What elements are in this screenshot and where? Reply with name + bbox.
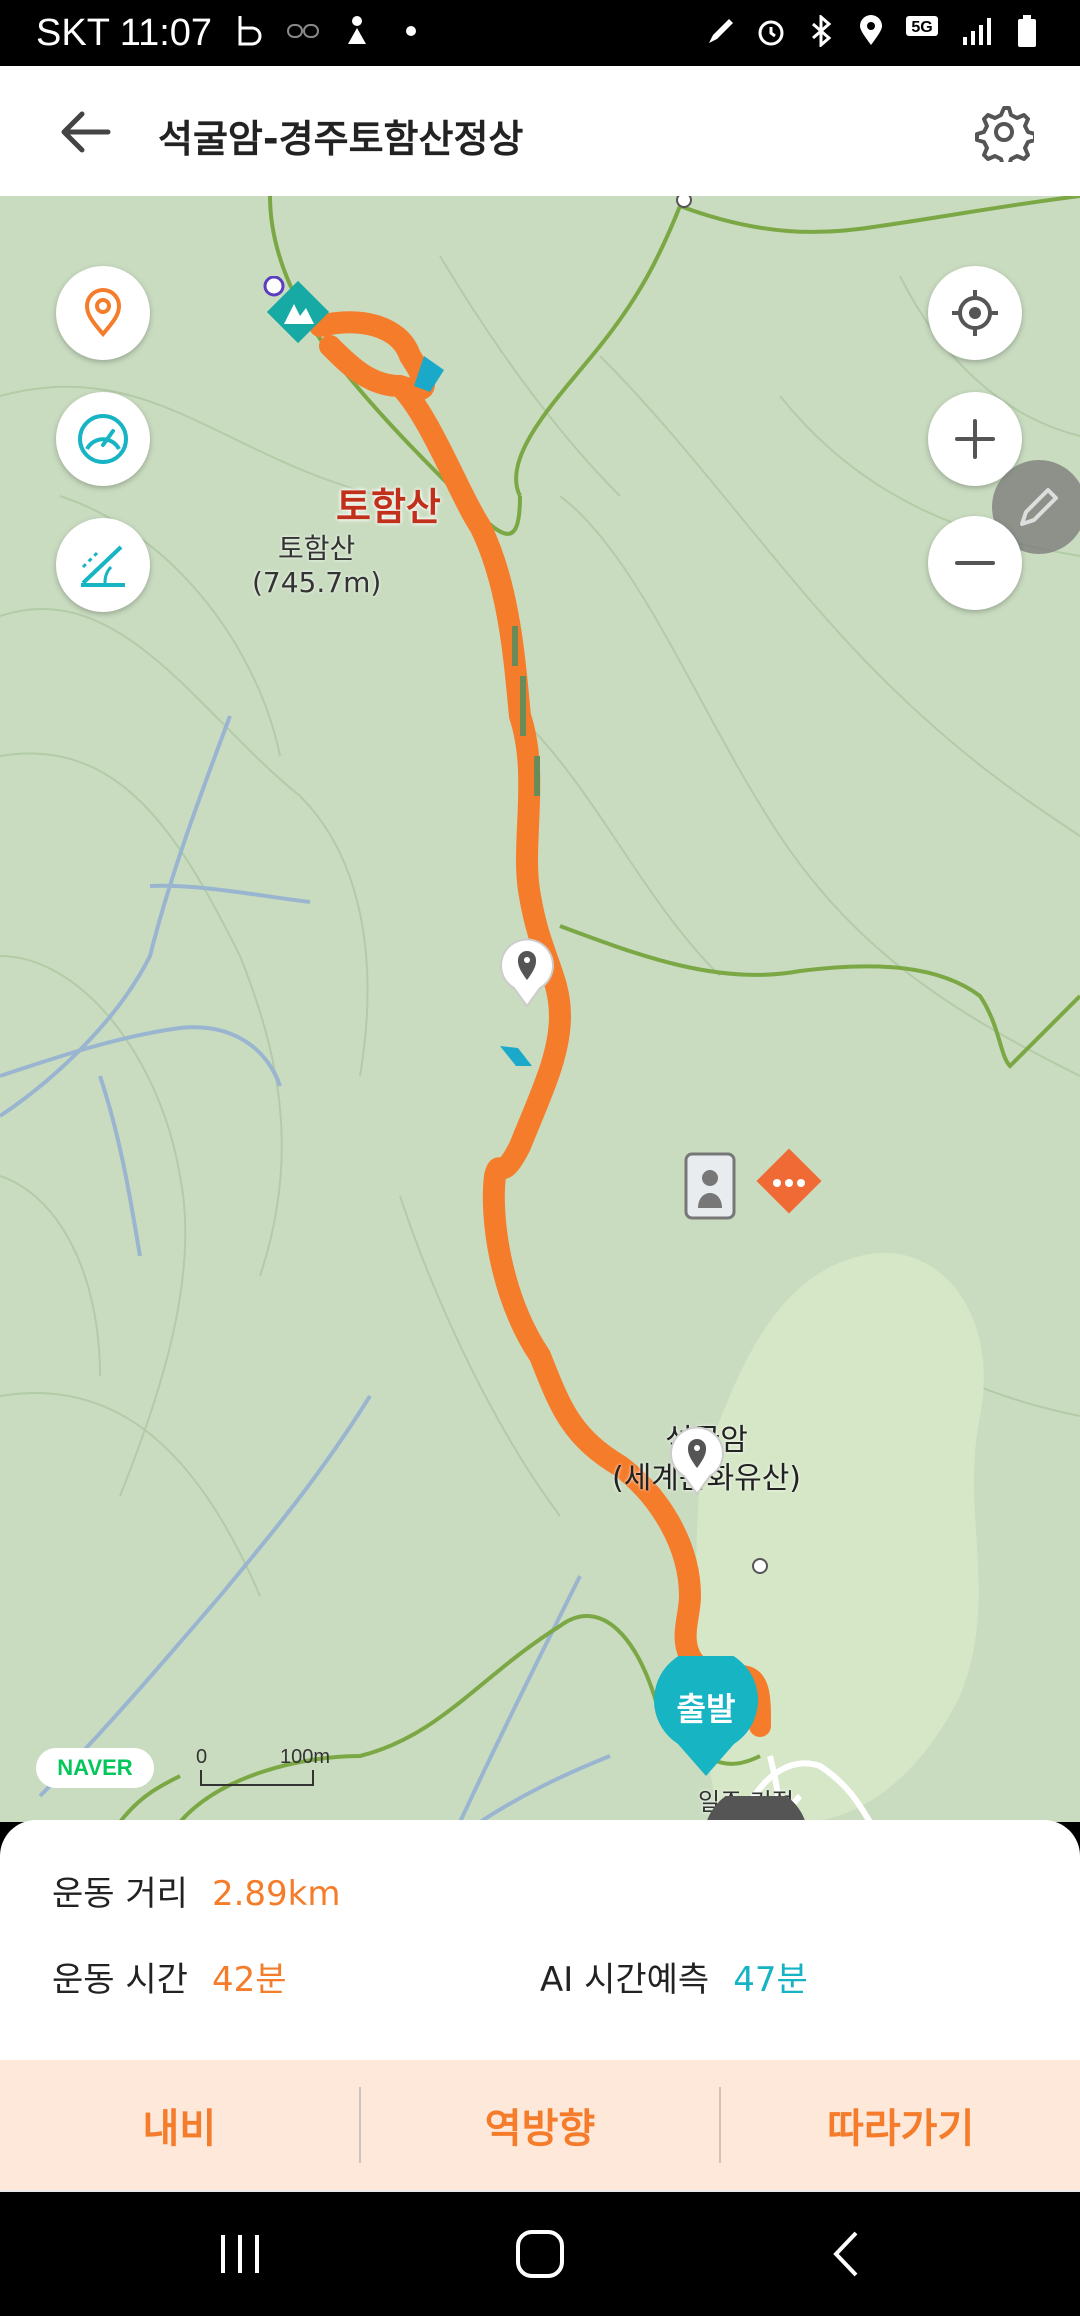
peak-marker-icon — [263, 276, 330, 344]
action-bar: 내비 역방향 따라가기 — [0, 2060, 1080, 2190]
home-icon — [516, 2230, 564, 2278]
start-pin-label: 출발 — [676, 1690, 736, 1728]
scale-zero: 0 — [196, 1746, 208, 1768]
navigation-button[interactable]: 내비 — [0, 2060, 359, 2190]
figure-icon — [340, 14, 374, 48]
back-button[interactable] — [56, 104, 116, 160]
peak-name: 토함산 — [336, 485, 441, 529]
signal-icon — [960, 14, 994, 48]
info-panel: 운동 거리 2.89km 운동 시간 42분 AI 시간예측 47분 — [0, 1820, 1080, 2060]
speedometer-icon — [78, 414, 128, 464]
ai-time-label: AI 시간예측 — [540, 1960, 710, 2000]
map-canvas — [0, 196, 1080, 1822]
home-button[interactable] — [510, 2228, 570, 2280]
peak-sub-name: 토함산 — [278, 532, 356, 565]
page-title: 석굴암-경주토함산정상 — [158, 117, 524, 161]
time-row: 운동 시간 42분 — [52, 1952, 286, 2001]
naver-logo: NAVER — [36, 1748, 154, 1788]
recent-apps-button[interactable] — [210, 2228, 270, 2280]
location-pin-icon — [84, 288, 122, 338]
zoom-out-button[interactable] — [928, 516, 1022, 610]
end-pin-icon — [706, 1796, 806, 1822]
map-view[interactable]: 토함산 토함산 (745.7m) 석굴암 (세계문화유산) 출발 일주 기점 — [0, 196, 1080, 1822]
temple-marker-icon — [684, 1148, 822, 1220]
reverse-direction-button[interactable]: 역방향 — [361, 2060, 720, 2190]
scale-label: 100m — [280, 1746, 331, 1768]
battery-icon — [1010, 14, 1044, 48]
minus-icon — [955, 561, 995, 565]
status-time: SKT 11:07 — [36, 12, 213, 54]
5g-icon: 5G — [904, 14, 944, 48]
ai-time-row: AI 시간예측 47분 — [540, 1952, 808, 2001]
status-bar: SKT 11:07 5G — [0, 0, 1080, 66]
distance-label: 운동 거리 — [52, 1874, 188, 1914]
peak-sub-label: 토함산 (745.7m) — [252, 532, 381, 600]
ai-time-value: 47분 — [733, 1960, 808, 2000]
distance-value: 2.89km — [211, 1874, 341, 1914]
chain-icon — [286, 14, 320, 48]
speedometer-button[interactable] — [56, 392, 150, 486]
elevation-button[interactable] — [56, 518, 150, 612]
b-app-icon — [232, 14, 266, 48]
svg-text:5G: 5G — [911, 19, 932, 36]
pen-icon — [704, 14, 738, 48]
alarm-icon — [754, 14, 788, 48]
settings-button[interactable] — [974, 102, 1037, 168]
map-scale: 0 100m — [196, 1746, 346, 1792]
direction-chevron-icon — [500, 1046, 532, 1066]
arrow-left-icon — [61, 111, 111, 153]
waypoint-pin-icon[interactable] — [498, 936, 556, 1008]
start-pin[interactable]: 출발 — [654, 1656, 758, 1778]
location-icon — [854, 14, 888, 48]
system-nav-bar — [0, 2192, 1080, 2316]
peak-elevation: (745.7m) — [252, 566, 382, 599]
scale-bar — [200, 1770, 314, 1786]
end-pin[interactable]: 도착 — [704, 1796, 808, 1822]
elevation-icon — [81, 545, 125, 587]
recent-apps-icon — [221, 2235, 259, 2273]
app-header: 석굴암-경주토함산정상 — [0, 66, 1080, 197]
plus-icon — [955, 419, 995, 459]
follow-button[interactable]: 따라가기 — [721, 2060, 1080, 2190]
system-back-button[interactable] — [816, 2228, 876, 2280]
location-pin-button[interactable] — [56, 266, 150, 360]
time-label: 운동 시간 — [52, 1960, 188, 2000]
dot-icon — [394, 14, 428, 48]
crosshair-icon — [952, 290, 998, 336]
bluetooth-icon — [804, 14, 838, 48]
time-value: 42분 — [211, 1960, 287, 2000]
current-location-button[interactable] — [928, 266, 1022, 360]
gear-icon — [975, 106, 1037, 168]
pencil-icon — [1020, 488, 1058, 526]
waypoint-pin-icon[interactable] — [668, 1424, 726, 1496]
distance-row: 운동 거리 2.89km — [52, 1866, 340, 1915]
route-line — [309, 311, 771, 1737]
chevron-left-icon — [833, 2231, 858, 2277]
